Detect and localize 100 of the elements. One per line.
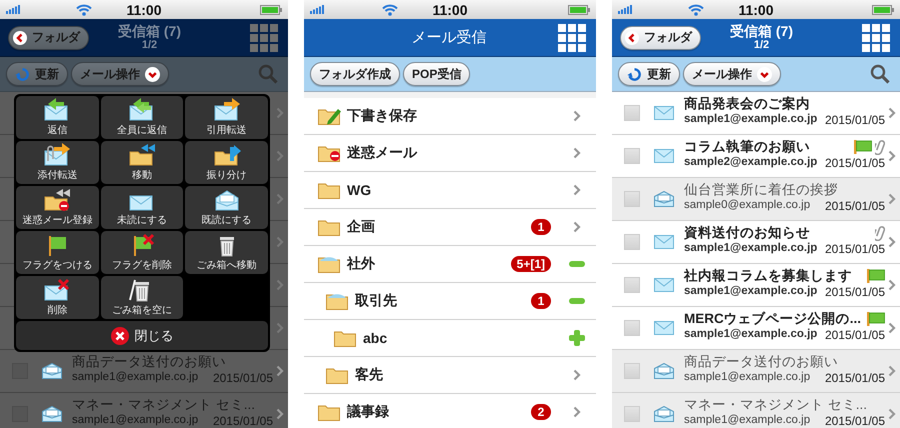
folder-row[interactable]: 企画 1: [304, 209, 596, 246]
screen-title: 受信箱 (7): [118, 23, 181, 40]
mail-date: 2015/01/05: [824, 198, 885, 214]
chevron-icon: [276, 279, 284, 291]
mail-row[interactable]: マネー・マネジメント セミ... sample1@example.co.jp 2015/01/05: [612, 393, 900, 428]
menu-item[interactable]: フラグをつける: [16, 231, 99, 274]
mail-row[interactable]: 仙台営業所に着任の挨拶 sample0@example.co.jp 2015/01/05: [612, 178, 900, 221]
folder-icon: [326, 366, 350, 384]
mail-date: 2015/01/05: [824, 156, 885, 170]
chevron-icon: [888, 193, 896, 205]
menu-item[interactable]: ごみ箱へ移動: [185, 231, 268, 274]
folder-row[interactable]: 下書き保存: [304, 98, 596, 135]
mail-date: 2015/01/05: [824, 328, 885, 342]
folder-row[interactable]: 取引先 1: [304, 283, 596, 320]
toolbar-button[interactable]: フォルダ作成: [310, 62, 400, 86]
folder-pencil-icon: [318, 107, 342, 125]
refresh-icon: [627, 66, 642, 82]
folder-arrow-icon: [126, 143, 157, 167]
signal-icon: [6, 5, 20, 14]
clip-envelope-icon: [42, 143, 72, 167]
screen-title: メール受信: [412, 28, 486, 46]
menu-item[interactable]: 削除: [16, 276, 99, 319]
envelope-arrow-icon: [212, 98, 242, 122]
mail-date: 2015/01/05: [824, 112, 885, 128]
mail-sender: sample0@example.co.jp: [684, 199, 810, 213]
menu-item[interactable]: 移動: [100, 141, 184, 184]
battery-icon: [872, 4, 894, 14]
mail-sender: sample1@example.co.jp: [684, 242, 818, 256]
signal-icon: [618, 5, 632, 14]
unread-count: 1: [531, 293, 551, 309]
mail-sender: sample1@example.co.jp: [684, 285, 818, 299]
mail-subject: コラム執筆のお願い: [684, 138, 810, 155]
menu-item[interactable]: ごみ箱を空に: [100, 276, 184, 319]
mail-date: 2015/01/05: [824, 242, 885, 256]
chevron-icon: [276, 322, 284, 334]
search-icon[interactable]: [870, 64, 890, 84]
folder-name: 取引先: [355, 292, 398, 310]
mail-sender: sample1@example.co.jp: [684, 328, 818, 342]
mail-subject: MERCウェブページ公開の...: [684, 310, 862, 327]
mail-date: 2015/01/05: [212, 370, 273, 386]
mail-row[interactable]: 商品データ送付のお願い sample1@example.co.jp 2015/01/05: [612, 350, 900, 393]
chevron-icon: [888, 107, 896, 119]
mail-actions-button[interactable]: メール操作: [683, 62, 781, 86]
minus-icon[interactable]: [569, 261, 585, 267]
mail-subject: 社内報コラムを募集します: [684, 268, 852, 284]
folder-icon: [318, 218, 342, 236]
mail-subject: 資料送付のお知らせ: [684, 224, 810, 241]
mail-subject: 商品データ送付のお願い: [72, 354, 226, 370]
folder-icon: [334, 329, 358, 347]
close-button[interactable]: 閉じる: [16, 321, 268, 350]
mail-date: 2015/01/05: [824, 370, 885, 386]
folder-row[interactable]: abc: [304, 320, 596, 357]
chevron-icon: [276, 150, 284, 162]
menu-item[interactable]: 引用転送: [185, 96, 268, 139]
menu-item[interactable]: 既読にする: [185, 186, 268, 229]
chevron-icon: [888, 365, 896, 377]
folder-row[interactable]: 客先: [304, 357, 596, 394]
status-time: 11:00: [738, 2, 774, 18]
signal-icon: [310, 5, 324, 14]
mail-date: 2015/01/05: [212, 414, 273, 428]
folder-name: 迷惑メール: [347, 144, 418, 162]
unread-count: 5+[1]: [510, 256, 551, 272]
folder-row[interactable]: WG: [304, 172, 596, 209]
battery-icon: [568, 4, 590, 14]
plus-icon[interactable]: [569, 330, 585, 346]
grid-menu-icon[interactable]: [250, 24, 278, 52]
chevron-icon: [888, 150, 896, 162]
wifi-icon: [688, 4, 704, 16]
chevron-icon: [573, 406, 581, 418]
chevron-icon: [276, 193, 284, 205]
mail-date: 2015/01/05: [824, 284, 885, 300]
mail-sender: sample2@example.co.jp: [684, 156, 818, 170]
wifi-icon: [382, 4, 398, 16]
grid-menu-icon[interactable]: [862, 24, 890, 52]
menu-item[interactable]: 添付転送: [16, 141, 99, 184]
folder-name: 下書き保存: [347, 107, 418, 125]
chevron-icon: [573, 110, 581, 122]
minus-icon[interactable]: [569, 298, 585, 304]
unread-count: 1: [531, 219, 551, 235]
chevron-icon: [888, 236, 896, 248]
menu-item[interactable]: 未読にする: [100, 186, 184, 229]
mail-subject: マネー・マネジメント セミ...: [684, 396, 868, 413]
close-icon: [110, 326, 128, 344]
folder-name: 議事録: [347, 403, 390, 421]
chevron-icon: [573, 147, 581, 159]
folder-row[interactable]: 議事録 2: [304, 394, 596, 428]
menu-item[interactable]: 全員に返信: [100, 96, 184, 139]
grid-menu-icon[interactable]: [558, 24, 586, 52]
folder-row[interactable]: 迷惑メール: [304, 135, 596, 172]
back-button[interactable]: フォルダ: [620, 26, 701, 50]
refresh-button[interactable]: 更新: [618, 62, 680, 86]
chevron-icon: [888, 279, 896, 291]
menu-item[interactable]: 迷惑メール登録: [16, 186, 99, 229]
menu-item[interactable]: 振り分け: [185, 141, 268, 184]
menu-item[interactable]: フラグを削除: [100, 231, 184, 274]
folder-row[interactable]: 社外 5+[1]: [304, 246, 596, 283]
folder-name: abc: [363, 330, 388, 346]
unread-count: 2: [531, 404, 551, 420]
menu-item[interactable]: 返信: [16, 96, 99, 139]
toolbar-button[interactable]: POP受信: [403, 62, 470, 86]
